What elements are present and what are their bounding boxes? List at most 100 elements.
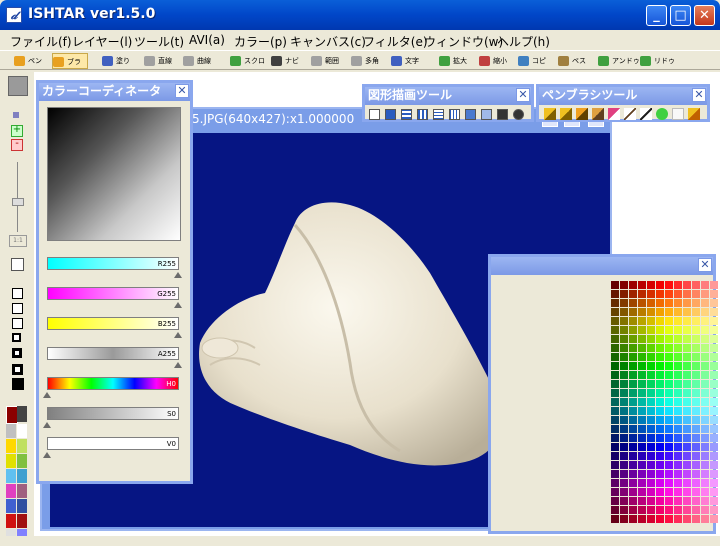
menu-avi[interactable]: AVI(a) (189, 33, 225, 47)
palette-swatch[interactable] (611, 317, 619, 325)
palette-swatch[interactable] (611, 461, 619, 469)
palette-swatch[interactable] (629, 344, 637, 352)
palette-swatch[interactable] (629, 425, 637, 433)
palette-swatch[interactable] (692, 281, 700, 289)
palette-swatch[interactable] (629, 335, 637, 343)
palette-swatch[interactable] (665, 389, 673, 397)
palette-swatch[interactable] (683, 434, 691, 442)
palette-swatch[interactable] (656, 389, 664, 397)
palette-swatch[interactable] (656, 308, 664, 316)
palette-swatch[interactable] (683, 407, 691, 415)
palette-swatch[interactable] (710, 362, 718, 370)
palette-swatch[interactable] (629, 326, 637, 334)
airbrush-icon[interactable] (592, 108, 604, 120)
palette-swatch[interactable] (692, 362, 700, 370)
palette-swatch[interactable] (710, 470, 718, 478)
palette-swatch[interactable] (683, 398, 691, 406)
palette-swatch[interactable] (638, 335, 646, 343)
palette-swatch[interactable] (611, 308, 619, 316)
palette-swatch[interactable] (638, 488, 646, 496)
palette-swatch[interactable] (683, 425, 691, 433)
tool-redo-button[interactable]: リドゥ (640, 53, 675, 69)
palette-swatch[interactable] (620, 371, 628, 379)
brush-size-6[interactable] (12, 364, 23, 375)
palette-swatch[interactable] (638, 497, 646, 505)
palette-swatch[interactable] (692, 398, 700, 406)
palette-swatch[interactable] (620, 443, 628, 451)
palette-swatch[interactable] (629, 506, 637, 514)
palette-swatch[interactable] (665, 479, 673, 487)
palette-swatch[interactable] (701, 371, 709, 379)
shape-tools-titlebar[interactable]: 図形描画ツール (365, 87, 531, 105)
palette-swatch[interactable] (683, 281, 691, 289)
palette-swatch[interactable] (656, 362, 664, 370)
palette-swatch[interactable] (701, 344, 709, 352)
palette-swatch[interactable] (665, 461, 673, 469)
palette-swatch[interactable] (647, 515, 655, 523)
palette-swatch[interactable] (665, 299, 673, 307)
palette-swatch[interactable] (692, 326, 700, 334)
zoom-slider-track[interactable] (17, 162, 18, 232)
palette-swatch[interactable] (656, 281, 664, 289)
palette-swatch[interactable] (611, 326, 619, 334)
palette-swatch[interactable] (638, 299, 646, 307)
palette-swatch[interactable] (683, 344, 691, 352)
palette-swatch[interactable] (656, 380, 664, 388)
palette-swatch[interactable] (647, 389, 655, 397)
palette-swatch[interactable] (620, 389, 628, 397)
palette-swatch[interactable] (647, 506, 655, 514)
smudge-icon[interactable] (688, 108, 700, 120)
palette-swatch[interactable] (611, 497, 619, 505)
palette-swatch[interactable] (629, 461, 637, 469)
palette-swatch[interactable] (710, 506, 718, 514)
blue-slider-handle[interactable] (174, 332, 182, 338)
palette-swatch[interactable] (656, 299, 664, 307)
palette-swatch[interactable] (710, 443, 718, 451)
palette-swatch[interactable] (683, 416, 691, 424)
palette-swatch[interactable] (647, 362, 655, 370)
palette-swatch[interactable] (665, 398, 673, 406)
tool-range-button[interactable]: 範囲 (311, 53, 339, 69)
pencil-icon[interactable] (544, 108, 556, 120)
palette-swatch[interactable] (611, 425, 619, 433)
palette-swatch[interactable] (692, 515, 700, 523)
palette-swatch[interactable] (638, 281, 646, 289)
palette-swatch[interactable] (683, 290, 691, 298)
palette-swatch[interactable] (710, 497, 718, 505)
palette-swatch[interactable] (683, 488, 691, 496)
palette-swatch[interactable] (620, 353, 628, 361)
rectangle-filled-icon[interactable] (385, 109, 396, 120)
palette-swatch[interactable] (674, 362, 682, 370)
palette-swatch[interactable] (692, 488, 700, 496)
palette-swatch[interactable] (701, 479, 709, 487)
palette-swatch[interactable] (701, 326, 709, 334)
palette-swatch[interactable] (701, 362, 709, 370)
menu-filter[interactable]: フィルタ(e) (363, 33, 428, 50)
green-slider-handle[interactable] (174, 302, 182, 308)
palette-swatch[interactable] (674, 398, 682, 406)
palette-swatch[interactable] (674, 434, 682, 442)
palette-swatch[interactable] (647, 488, 655, 496)
close-button[interactable]: ✕ (694, 5, 715, 26)
palette-swatch[interactable] (710, 452, 718, 460)
palette-swatch[interactable] (665, 353, 673, 361)
palette-swatch[interactable] (683, 362, 691, 370)
hatch-vertical-icon[interactable] (449, 109, 460, 120)
palette-swatch[interactable] (683, 515, 691, 523)
palette-swatch[interactable] (710, 326, 718, 334)
palette-swatch[interactable] (620, 434, 628, 442)
palette-swatch[interactable] (629, 281, 637, 289)
minus-icon[interactable]: - (11, 139, 23, 151)
palette-swatch[interactable] (638, 443, 646, 451)
swatch[interactable] (6, 514, 16, 528)
palette-swatch[interactable] (665, 326, 673, 334)
saturation-slider[interactable]: S0 (47, 407, 179, 420)
palette-swatch[interactable] (656, 290, 664, 298)
palette-swatch[interactable] (638, 398, 646, 406)
menu-file[interactable]: ファイル(f) (10, 33, 72, 50)
palette-swatch[interactable] (674, 380, 682, 388)
brush-icon[interactable] (576, 108, 588, 120)
palette-swatch[interactable] (701, 389, 709, 397)
palette-swatch[interactable] (692, 407, 700, 415)
brush-size-4[interactable] (12, 333, 21, 342)
